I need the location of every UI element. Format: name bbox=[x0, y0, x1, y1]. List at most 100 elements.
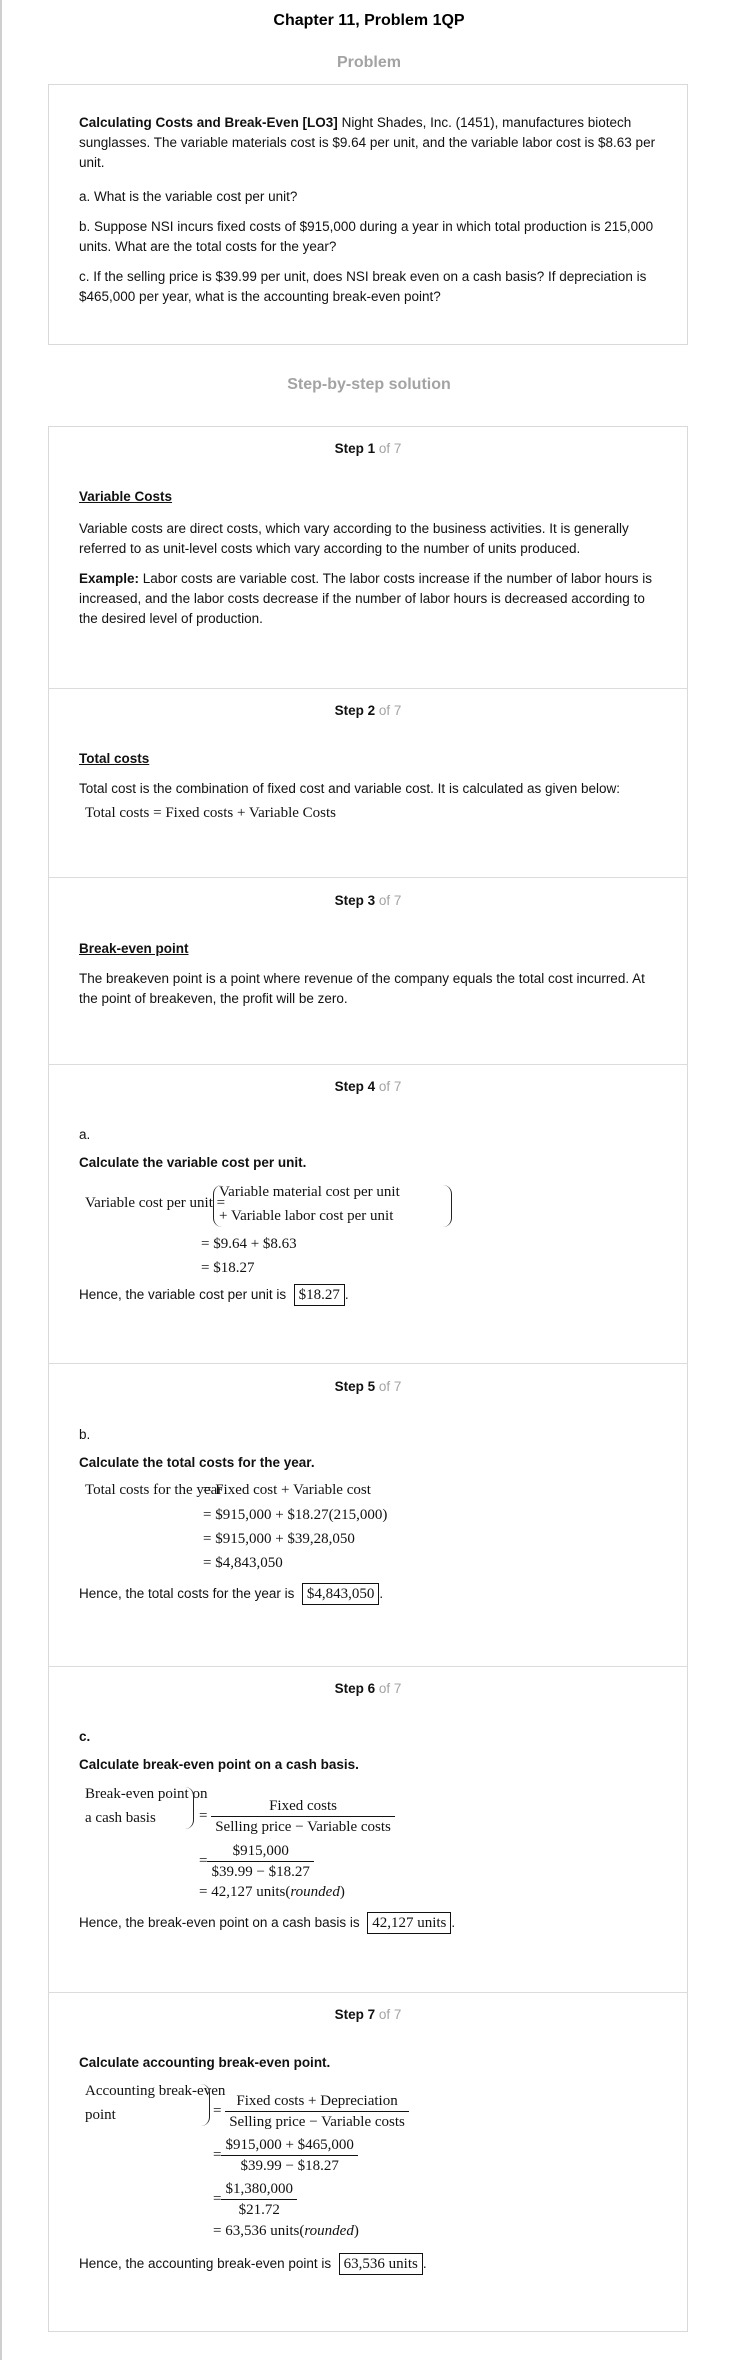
problem-intro: Calculating Costs and Break-Even [LO3] N… bbox=[79, 113, 659, 173]
step-7-line4-row: = 63,536 units(rounded) bbox=[213, 2223, 359, 2239]
step-6-line3: = 42,127 units bbox=[199, 1884, 286, 1900]
step-3-label: Step 3 of 7 bbox=[49, 893, 687, 908]
step-6-conclusion: Hence, the break-even point on a cash ba… bbox=[79, 1915, 360, 1930]
solution-heading: Step-by-step solution bbox=[287, 376, 451, 393]
step-7-fraction-3: $1,380,000 $21.72 bbox=[221, 2179, 297, 2220]
step-6-label: Step 6 of 7 bbox=[49, 1681, 687, 1696]
step-7-lhs2: point bbox=[85, 2107, 116, 2123]
step-2-of: of 7 bbox=[378, 703, 402, 718]
step-4-line2: = $9.64 + $8.63 bbox=[201, 1236, 297, 1252]
problem-part-a: a. What is the variable cost per unit? bbox=[79, 189, 298, 204]
step-4-conclusion: Hence, the variable cost per unit is bbox=[79, 1287, 287, 1302]
step-6-answer: 42,127 units bbox=[367, 1912, 452, 1934]
step-divider bbox=[49, 1666, 687, 1667]
step-6-row1: = Fixed costs Selling price − Variable co… bbox=[199, 1796, 395, 1837]
step-6-lhs2: a cash basis bbox=[85, 1810, 156, 1826]
step-2-heading: Total costs bbox=[79, 751, 150, 766]
step-5-line1: = Fixed cost + Variable cost bbox=[203, 1482, 371, 1498]
problem-box: Calculating Costs and Break-Even [LO3] N… bbox=[48, 84, 688, 345]
step-1-heading: Variable Costs bbox=[79, 489, 173, 504]
step-1-of: of 7 bbox=[378, 441, 402, 456]
step-4-paren-right bbox=[443, 1185, 452, 1227]
problem-intro-bold: Calculating Costs and Break-Even [LO3] bbox=[79, 115, 338, 130]
step-7-eq-2: = bbox=[213, 2146, 222, 2163]
step-7-eq: = bbox=[213, 2102, 222, 2119]
step-5-label: Step 5 of 7 bbox=[49, 1379, 687, 1394]
step-3-title: Step 3 bbox=[334, 893, 376, 908]
step-6-title: Step 6 bbox=[334, 1681, 376, 1696]
step-5-bold: Calculate the total costs for the year. bbox=[79, 1455, 315, 1470]
problem-part-b: b. Suppose NSI incurs fixed costs of $91… bbox=[79, 219, 654, 254]
step-4-period: . bbox=[344, 1287, 349, 1302]
step-6-rounded: rounded bbox=[290, 1884, 340, 1900]
step-7-row2: = $915,000 + $465,000 $39.99 − $18.27 bbox=[213, 2135, 358, 2176]
solution-box: Step 1 of 7 Variable Costs Variable cost… bbox=[48, 426, 688, 2332]
step-6-eq-2: = bbox=[199, 1852, 208, 1869]
step-7-rounded: rounded bbox=[304, 2223, 354, 2239]
step-6-fraction-2: $915,000 $39.99 − $18.27 bbox=[207, 1841, 314, 1882]
step-1-text: Variable costs are direct costs, which v… bbox=[79, 521, 629, 556]
step-7-label: Step 7 of 7 bbox=[49, 2007, 687, 2022]
step-6-brace bbox=[185, 1787, 194, 1829]
page-title: Chapter 11, Problem 1QP bbox=[273, 12, 465, 29]
step-1-example: Example: Labor costs are variable cost. … bbox=[79, 569, 659, 629]
step-divider bbox=[49, 1363, 687, 1364]
step-2-title: Step 2 bbox=[334, 703, 376, 718]
step-7-row3: = $1,380,000 $21.72 bbox=[213, 2179, 297, 2220]
step-4-answer: $18.27 bbox=[293, 1284, 345, 1306]
step-4-title: Step 4 bbox=[334, 1079, 376, 1094]
step-1-example-bold: Example: bbox=[79, 571, 140, 586]
step-6-row2: = $915,000 $39.99 − $18.27 bbox=[199, 1841, 314, 1882]
step-6-den1: Selling price − Variable costs bbox=[211, 1816, 395, 1837]
step-3-text: The breakeven point is a point where rev… bbox=[79, 971, 645, 1006]
step-4-term1: Variable material cost per unit bbox=[219, 1184, 400, 1200]
step-4-of: of 7 bbox=[378, 1079, 402, 1094]
step-7-line4: = 63,536 units bbox=[213, 2223, 300, 2239]
step-6-bold: Calculate break-even point on a cash bas… bbox=[79, 1757, 359, 1772]
step-6-line3-row: = 42,127 units(rounded) bbox=[199, 1884, 345, 1900]
step-7-num1: Fixed costs + Depreciation bbox=[236, 2093, 398, 2109]
step-5-line2: = $915,000 + $18.27(215,000) bbox=[203, 1507, 388, 1523]
step-6-fraction-1: Fixed costs Selling price − Variable cost… bbox=[211, 1796, 395, 1837]
step-7-bold: Calculate accounting break-even point. bbox=[79, 2055, 331, 2070]
step-divider bbox=[49, 688, 687, 689]
step-6-den2: $39.99 − $18.27 bbox=[207, 1861, 314, 1882]
step-4-label: Step 4 of 7 bbox=[49, 1079, 687, 1094]
step-5-of: of 7 bbox=[378, 1379, 402, 1394]
step-6-conclusion-row: Hence, the break-even point on a cash ba… bbox=[79, 1912, 455, 1934]
step-2-label: Step 2 of 7 bbox=[49, 703, 687, 718]
step-6-num2: $915,000 bbox=[232, 1843, 289, 1859]
step-7-fraction-2: $915,000 + $465,000 $39.99 − $18.27 bbox=[221, 2135, 358, 2176]
step-1-label: Step 1 of 7 bbox=[49, 441, 687, 456]
step-3-of: of 7 bbox=[378, 893, 402, 908]
step-6-of: of 7 bbox=[378, 1681, 402, 1696]
step-divider bbox=[49, 877, 687, 878]
step-5-period: . bbox=[379, 1586, 384, 1601]
step-4-lhs: Variable cost per unit = bbox=[85, 1195, 226, 1211]
step-5-line3: = $915,000 + $39,28,050 bbox=[203, 1531, 355, 1547]
step-7-fraction-1: Fixed costs + Depreciation Selling price … bbox=[225, 2091, 409, 2132]
left-border bbox=[0, 0, 2, 2360]
step-5-answer: $4,843,050 bbox=[301, 1583, 380, 1605]
step-7-num2: $915,000 + $465,000 bbox=[225, 2137, 354, 2153]
step-3-heading: Break-even point bbox=[79, 941, 189, 956]
step-4-term2: + Variable labor cost per unit bbox=[219, 1208, 394, 1224]
step-6-period: . bbox=[451, 1915, 456, 1930]
step-7-eq-3: = bbox=[213, 2190, 222, 2207]
step-5-line4: = $4,843,050 bbox=[203, 1555, 283, 1571]
step-7-brace bbox=[201, 2084, 210, 2126]
step-4-part: a. bbox=[79, 1127, 91, 1142]
step-7-den1: Selling price − Variable costs bbox=[225, 2111, 409, 2132]
problem-part-c: c. If the selling price is $39.99 per un… bbox=[79, 269, 647, 304]
page: Chapter 11, Problem 1QP Problem Calculat… bbox=[0, 0, 738, 2360]
step-7-title: Step 7 bbox=[334, 2007, 376, 2022]
step-divider bbox=[49, 1992, 687, 1993]
step-7-row1: = Fixed costs + Depreciation Selling pric… bbox=[213, 2091, 409, 2132]
step-7-den3: $21.72 bbox=[221, 2199, 297, 2220]
step-7-conclusion-row: Hence, the accounting break-even point i… bbox=[79, 2253, 427, 2275]
step-5-part: b. bbox=[79, 1427, 91, 1442]
step-1-example-text: Labor costs are variable cost. The labor… bbox=[79, 571, 653, 626]
step-7-num3: $1,380,000 bbox=[225, 2181, 293, 2197]
step-5-conclusion-row: Hence, the total costs for the year is $… bbox=[79, 1583, 383, 1605]
step-divider bbox=[49, 1064, 687, 1065]
